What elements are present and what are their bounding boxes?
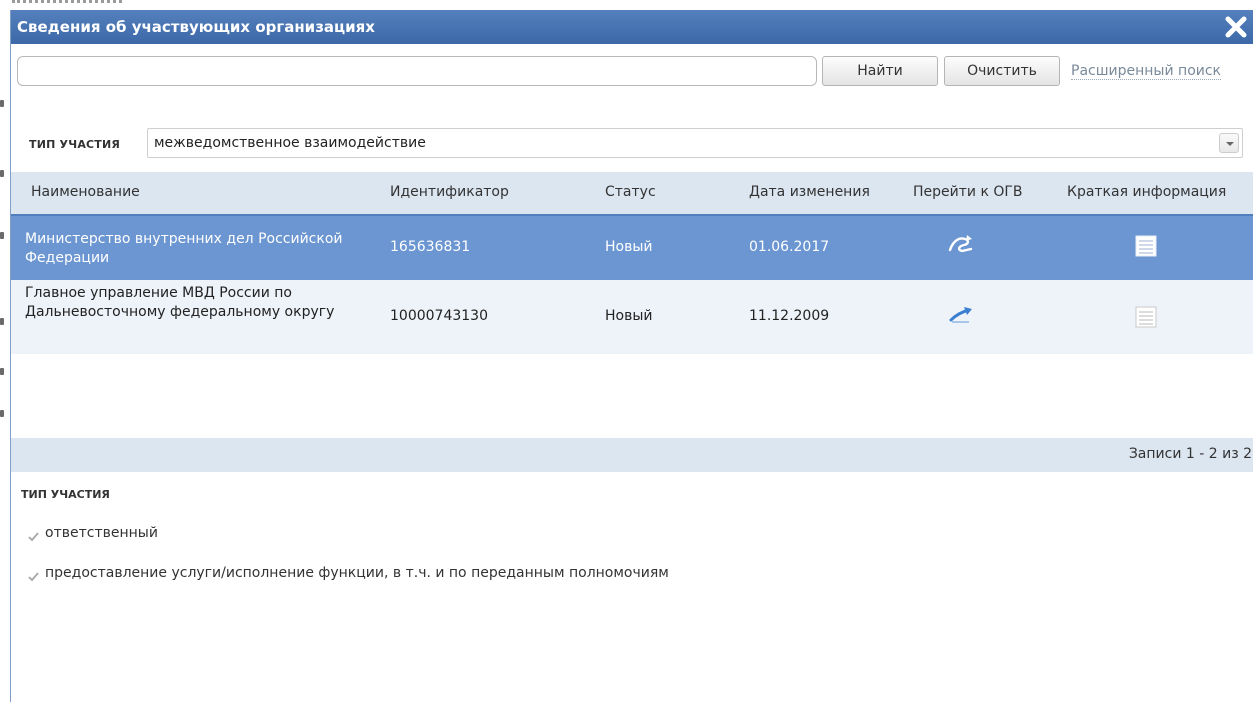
column-header-status[interactable]: Статус	[605, 184, 656, 200]
column-header-goto[interactable]: Перейти к ОГВ	[913, 184, 1023, 200]
table-row[interactable]: Главное управление МВД России по Дальнев…	[11, 280, 1253, 354]
table-header: Наименование Идентификатор Статус Дата и…	[11, 172, 1253, 214]
organizations-dialog: Сведения об участвующих организациях Най…	[10, 10, 1253, 702]
row-name: Министерство внутренних дел Российской Ф…	[25, 231, 343, 266]
checkmark-icon[interactable]	[27, 568, 40, 582]
participation-type-select[interactable]: межведомственное взаимодействие	[147, 128, 1243, 158]
row-status: Новый	[605, 239, 653, 255]
row-status: Новый	[605, 308, 653, 324]
document-info-icon[interactable]	[1135, 306, 1157, 328]
background-marker	[0, 170, 4, 177]
participation-option-label: ответственный	[45, 525, 158, 541]
background-page-edge	[0, 0, 10, 702]
participation-option-label: предоставление услуги/исполнение функции…	[45, 565, 669, 581]
document-info-icon[interactable]	[1135, 235, 1157, 257]
checkmark-icon[interactable]	[27, 528, 40, 542]
background-marker	[0, 368, 4, 375]
background-marker	[0, 232, 4, 239]
row-id: 10000743130	[390, 308, 488, 324]
find-button[interactable]: Найти	[822, 56, 938, 86]
row-date: 01.06.2017	[749, 239, 830, 255]
search-input[interactable]	[17, 56, 817, 86]
participation-section-label: ТИП УЧАСТИЯ	[21, 488, 110, 501]
go-to-ogv-icon[interactable]	[947, 233, 975, 255]
background-marker	[0, 318, 4, 325]
close-icon[interactable]	[1224, 15, 1248, 39]
column-header-date[interactable]: Дата изменения	[749, 184, 870, 200]
background-marker	[0, 100, 4, 107]
row-name: Главное управление МВД России по Дальнев…	[25, 285, 335, 320]
column-header-name[interactable]: Наименование	[31, 184, 140, 200]
dialog-titlebar: Сведения об участвующих организациях	[11, 10, 1253, 44]
row-id: 165636831	[390, 239, 471, 255]
column-header-info[interactable]: Краткая информация	[1067, 184, 1226, 200]
participation-type-value: межведомственное взаимодействие	[154, 135, 426, 151]
background-marker	[0, 410, 4, 417]
advanced-search-link[interactable]: Расширенный поиск	[1071, 63, 1222, 80]
table-row[interactable]: Министерство внутренних дел Российской Ф…	[11, 214, 1253, 280]
dialog-title: Сведения об участвующих организациях	[17, 18, 375, 36]
participation-type-label: ТИП УЧАСТИЯ	[29, 138, 121, 151]
record-count: Записи 1 - 2 из 2	[1128, 446, 1252, 462]
clear-button[interactable]: Очистить	[944, 56, 1060, 86]
pagination-bar: Записи 1 - 2 из 2	[11, 438, 1253, 472]
row-date: 11.12.2009	[749, 308, 830, 324]
search-bar: Найти Очистить Расширенный поиск	[11, 54, 1253, 90]
go-to-ogv-icon[interactable]	[947, 304, 975, 326]
chevron-down-icon[interactable]	[1219, 133, 1239, 153]
column-header-id[interactable]: Идентификатор	[390, 184, 509, 200]
